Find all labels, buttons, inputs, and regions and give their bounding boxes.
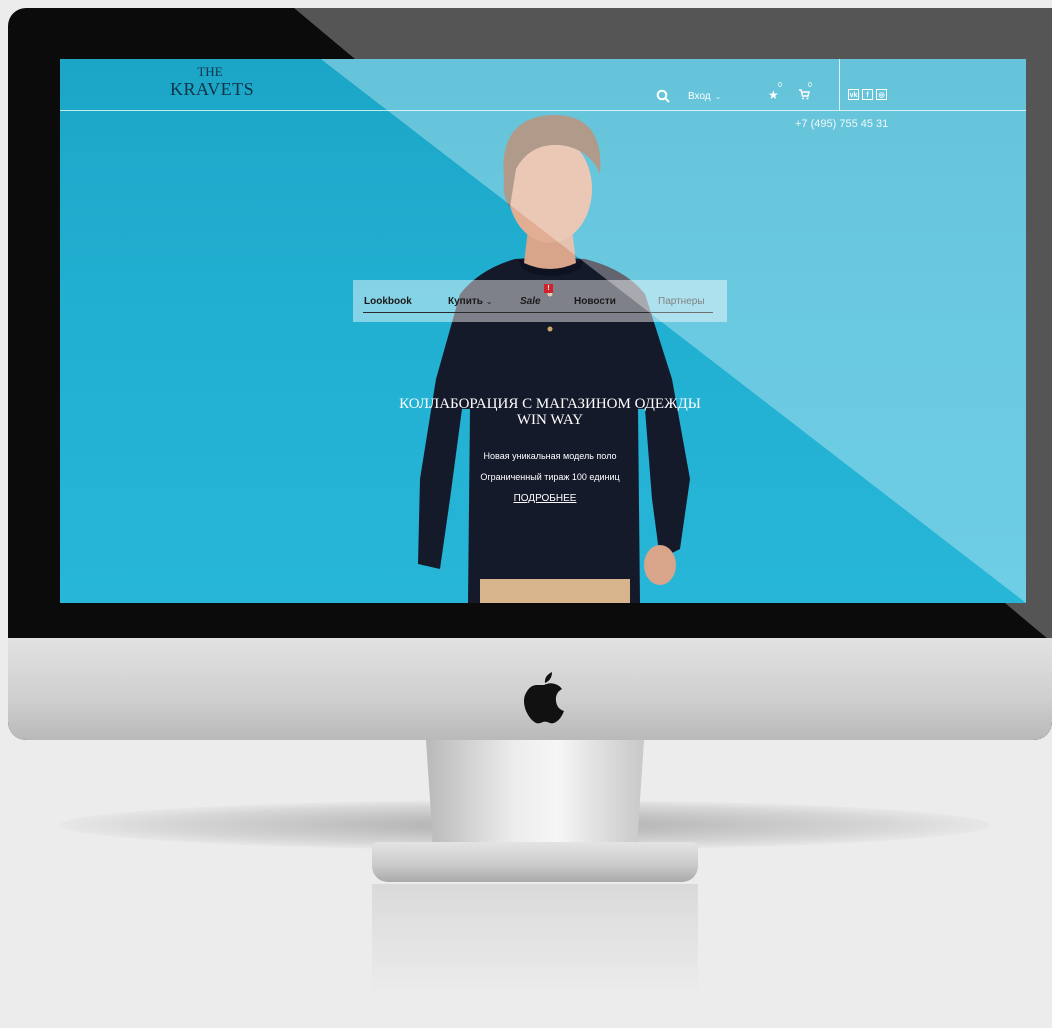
hero-title-line1: КОЛЛАБОРАЦИЯ С МАГАЗИНОМ ОДЕЖДЫ: [399, 396, 701, 412]
website-screen: THE KRAVETS Вход ⌄ ★ 0 0 vk f ◎ +7 (495)…: [60, 59, 1026, 603]
hero-subtitle-1: Новая уникальная модель поло: [483, 451, 617, 461]
cart-icon: [799, 89, 810, 100]
favorites-count: 0: [778, 82, 782, 89]
social-links: vk f ◎: [848, 89, 887, 100]
chevron-down-icon: ⌄: [714, 92, 722, 101]
menu-underline: [363, 312, 713, 313]
cart-button[interactable]: 0: [798, 82, 812, 103]
hero-title-line2: WIN WAY: [516, 412, 584, 428]
menu-item-news[interactable]: Новости: [574, 296, 616, 307]
instagram-icon[interactable]: ◎: [876, 89, 887, 100]
menu-item-lookbook[interactable]: Lookbook: [364, 296, 412, 307]
imac-monitor: THE KRAVETS Вход ⌄ ★ 0 0 vk f ◎ +7 (495)…: [8, 8, 1052, 740]
vk-icon[interactable]: vk: [848, 89, 859, 100]
cart-count: 0: [808, 82, 812, 89]
site-logo[interactable]: THE KRAVETS: [170, 64, 255, 99]
phone-number[interactable]: +7 (495) 755 45 31: [795, 118, 888, 130]
apple-logo-icon: [524, 672, 564, 724]
monitor-stand-base: [372, 842, 698, 882]
main-menu: Lookbook Купить ⌄ Sale ! Новости Партнер…: [353, 280, 727, 322]
logo-the: THE: [197, 64, 223, 79]
sale-badge: !: [544, 284, 553, 293]
menu-item-buy[interactable]: Купить ⌄: [448, 296, 492, 307]
stand-reflection: [372, 884, 698, 1024]
more-link[interactable]: ПОДРОБНЕЕ: [490, 493, 600, 504]
menu-item-sale[interactable]: Sale: [520, 296, 541, 307]
chevron-down-icon: ⌄: [485, 297, 493, 306]
star-icon: ★: [768, 88, 779, 102]
header-vertical-divider: [839, 59, 840, 110]
model-photo: [418, 114, 690, 603]
menu-item-buy-label: Купить: [448, 296, 483, 307]
hero-title: КОЛЛАБОРАЦИЯ С МАГАЗИНОМ ОДЕЖДЫ WIN WAY: [340, 396, 760, 428]
menu-item-partners[interactable]: Партнеры: [658, 296, 705, 307]
hero-subtitle-2: Ограниченный тираж 100 единиц: [480, 472, 620, 482]
facebook-icon[interactable]: f: [862, 89, 873, 100]
favorites-button[interactable]: ★ 0: [768, 82, 782, 102]
logo-name: KRAVETS: [170, 79, 255, 99]
